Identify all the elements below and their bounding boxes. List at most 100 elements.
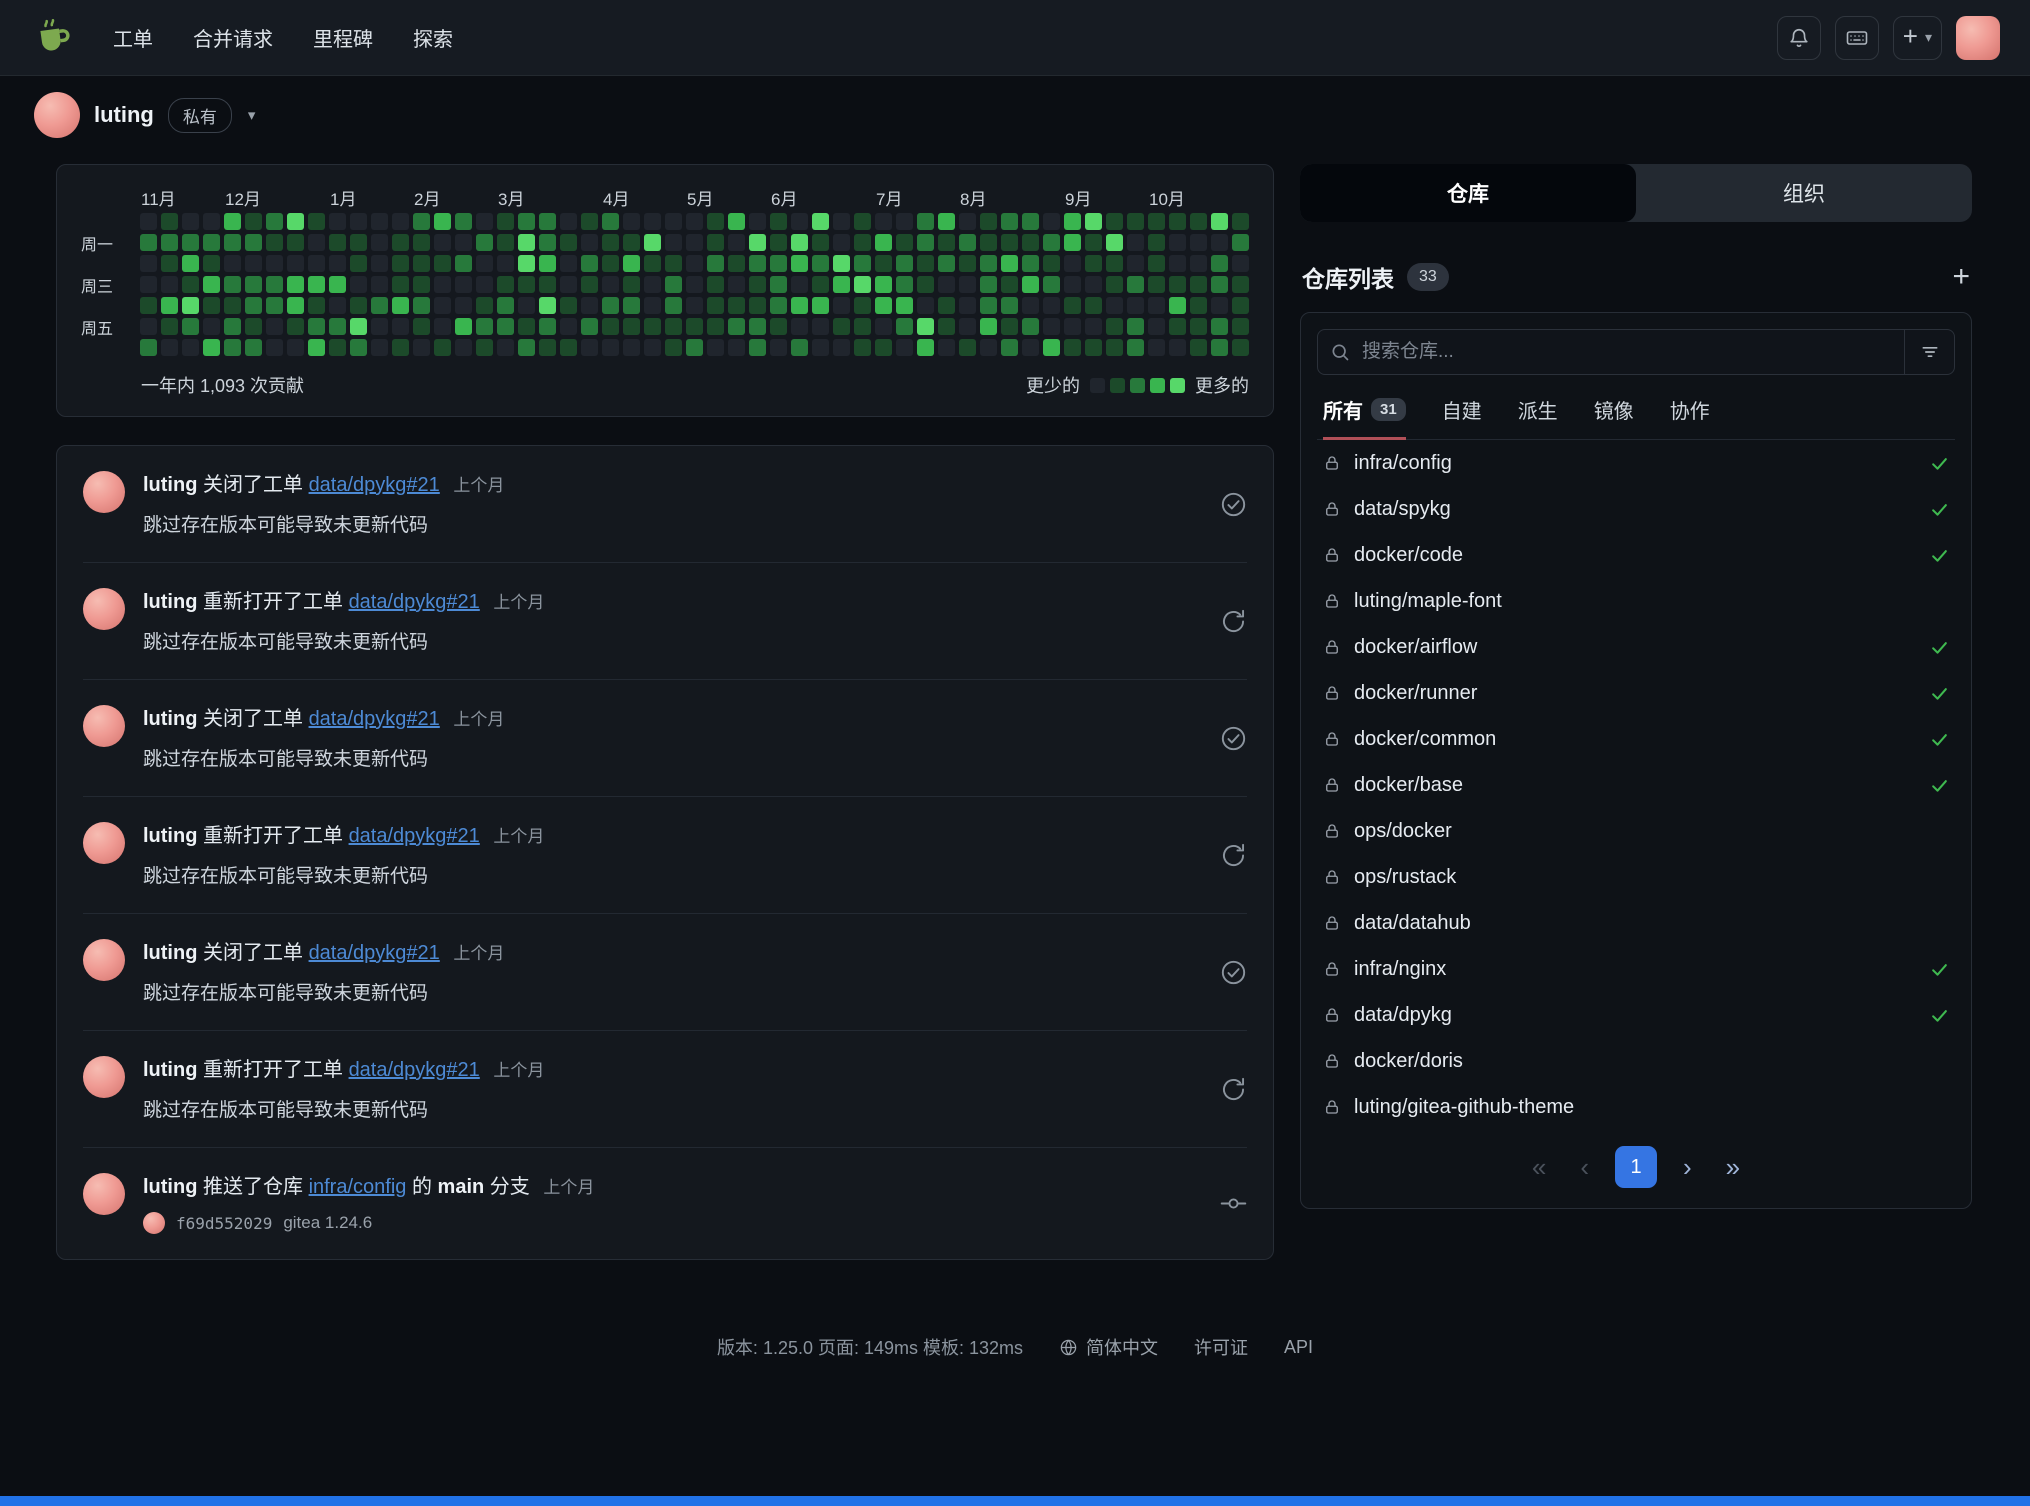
nav-item[interactable]: 工单 <box>96 13 170 62</box>
repo-name[interactable]: data/dpykg <box>1354 1004 1917 1027</box>
heatmap-cell <box>518 255 535 272</box>
feed-user[interactable]: luting <box>143 1059 197 1081</box>
language-selector[interactable]: 简体中文 <box>1059 1334 1158 1360</box>
license-link[interactable]: 许可证 <box>1194 1334 1248 1360</box>
tab-organizations[interactable]: 组织 <box>1636 164 1972 222</box>
feed-link[interactable]: data/dpykg#21 <box>309 942 440 964</box>
feed-user[interactable]: luting <box>143 474 197 496</box>
commit-line: f69d552029gitea 1.24.6 <box>143 1212 1202 1234</box>
repo-row[interactable]: data/dpykg <box>1317 992 1955 1038</box>
repo-filter-tab[interactable]: 所有31 <box>1323 395 1406 440</box>
heatmap-cell <box>1022 297 1039 314</box>
repo-name[interactable]: docker/common <box>1354 728 1917 751</box>
repo-row[interactable]: docker/common <box>1317 716 1955 762</box>
user-avatar[interactable] <box>1956 16 2000 60</box>
heatmap-cell <box>140 255 157 272</box>
heatmap-cell <box>1106 339 1123 356</box>
feed-user[interactable]: luting <box>143 942 197 964</box>
commit-sha[interactable]: f69d552029 <box>176 1214 272 1233</box>
feed-avatar[interactable] <box>83 588 125 630</box>
feed-link[interactable]: data/dpykg#21 <box>349 591 480 613</box>
repo-filter-tab[interactable]: 镜像 <box>1594 395 1634 440</box>
repo-row[interactable]: infra/config <box>1317 440 1955 486</box>
repo-row[interactable]: ops/docker <box>1317 808 1955 854</box>
repo-filter-tab[interactable]: 自建 <box>1442 395 1482 440</box>
pagination-first-icon[interactable]: « <box>1524 1152 1554 1183</box>
profile-dropdown-chevron-icon[interactable]: ▾ <box>248 106 256 124</box>
heatmap-cell <box>1085 339 1102 356</box>
repo-row[interactable]: docker/airflow <box>1317 624 1955 670</box>
legend-swatch <box>1150 378 1165 393</box>
repo-row[interactable]: docker/code <box>1317 532 1955 578</box>
heatmap-cell <box>266 234 283 251</box>
repo-name[interactable]: ops/docker <box>1354 820 1949 843</box>
heatmap-cell <box>329 339 346 356</box>
heatmap-cell <box>224 339 241 356</box>
feed-user[interactable]: luting <box>143 591 197 613</box>
repo-row[interactable]: infra/nginx <box>1317 946 1955 992</box>
nav-item[interactable]: 合并请求 <box>176 13 290 62</box>
profile-avatar[interactable] <box>34 92 80 138</box>
feed-avatar[interactable] <box>83 939 125 981</box>
heatmap-cell <box>350 318 367 335</box>
feed-link[interactable]: data/dpykg#21 <box>309 708 440 730</box>
feed-link[interactable]: data/dpykg#21 <box>349 825 480 847</box>
tab-repositories[interactable]: 仓库 <box>1300 164 1636 222</box>
api-link[interactable]: API <box>1284 1337 1313 1358</box>
heatmap-cell <box>1148 213 1165 230</box>
repo-name[interactable]: docker/runner <box>1354 682 1917 705</box>
repo-name[interactable]: docker/code <box>1354 544 1917 567</box>
feed-user[interactable]: luting <box>143 825 197 847</box>
pagination-next-icon[interactable]: › <box>1675 1152 1700 1183</box>
pagination-last-icon[interactable]: » <box>1718 1152 1748 1183</box>
repo-row[interactable]: data/spykg <box>1317 486 1955 532</box>
heatmap-cell <box>203 255 220 272</box>
repo-name[interactable]: docker/airflow <box>1354 636 1917 659</box>
repo-row[interactable]: docker/doris <box>1317 1038 1955 1084</box>
feed-link[interactable]: data/dpykg#21 <box>349 1059 480 1081</box>
filter-button[interactable] <box>1904 330 1954 374</box>
heatmap-cell <box>959 339 976 356</box>
search-input[interactable] <box>1362 341 1904 363</box>
repo-row[interactable]: ops/rustack <box>1317 854 1955 900</box>
repo-name[interactable]: data/datahub <box>1354 912 1949 935</box>
heatmap-cell <box>1190 255 1207 272</box>
repo-name[interactable]: infra/nginx <box>1354 958 1917 981</box>
repo-row[interactable]: docker/runner <box>1317 670 1955 716</box>
repo-row[interactable]: luting/gitea-github-theme <box>1317 1084 1955 1130</box>
pagination-current[interactable]: 1 <box>1615 1146 1657 1188</box>
repo-name[interactable]: luting/maple-font <box>1354 590 1949 613</box>
feed-user[interactable]: luting <box>143 1176 197 1198</box>
feed-avatar[interactable] <box>83 1173 125 1215</box>
feed-user[interactable]: luting <box>143 708 197 730</box>
repo-name[interactable]: docker/doris <box>1354 1050 1949 1073</box>
repo-name[interactable]: luting/gitea-github-theme <box>1354 1096 1949 1119</box>
heatmap-cell <box>1148 318 1165 335</box>
keyboard-shortcuts-button[interactable] <box>1835 16 1879 60</box>
repo-name[interactable]: docker/base <box>1354 774 1917 797</box>
feed-avatar[interactable] <box>83 1056 125 1098</box>
feed-avatar[interactable] <box>83 822 125 864</box>
repo-filter-tab[interactable]: 协作 <box>1670 395 1710 440</box>
nav-item[interactable]: 探索 <box>396 13 470 62</box>
feed-link[interactable]: infra/config <box>309 1176 407 1198</box>
new-repo-button[interactable]: + <box>1952 262 1970 292</box>
repo-row[interactable]: docker/base <box>1317 762 1955 808</box>
gitea-logo[interactable] <box>30 15 76 61</box>
feed-avatar[interactable] <box>83 705 125 747</box>
nav-item[interactable]: 里程碑 <box>296 13 390 62</box>
repo-name[interactable]: ops/rustack <box>1354 866 1949 889</box>
heatmap-cell <box>1127 276 1144 293</box>
feed-avatar[interactable] <box>83 471 125 513</box>
repo-filter-tab[interactable]: 派生 <box>1518 395 1558 440</box>
heatmap-cell <box>749 318 766 335</box>
repo-row[interactable]: data/datahub <box>1317 900 1955 946</box>
feed-link[interactable]: data/dpykg#21 <box>309 474 440 496</box>
create-new-button[interactable]: + ▾ <box>1893 16 1942 60</box>
notifications-button[interactable] <box>1777 16 1821 60</box>
repo-row[interactable]: luting/maple-font <box>1317 578 1955 624</box>
repo-name[interactable]: infra/config <box>1354 452 1917 475</box>
pagination-prev-icon[interactable]: ‹ <box>1572 1152 1597 1183</box>
repo-name[interactable]: data/spykg <box>1354 498 1917 521</box>
heatmap-cell <box>602 276 619 293</box>
